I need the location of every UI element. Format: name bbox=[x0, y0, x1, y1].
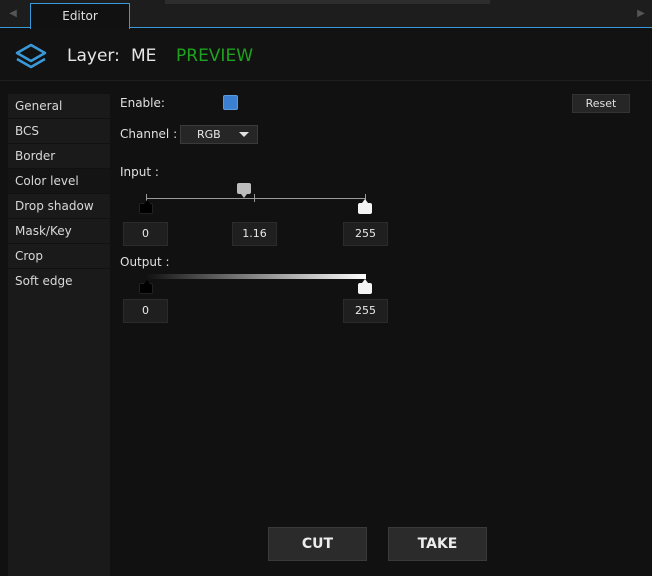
enable-label: Enable: bbox=[120, 96, 165, 110]
sidebar-item-border[interactable]: Border bbox=[8, 144, 110, 168]
input-white-handle[interactable] bbox=[358, 199, 372, 214]
tab-editor[interactable]: Editor bbox=[30, 3, 130, 29]
input-slider-track[interactable] bbox=[146, 198, 366, 199]
tab-scrollbar[interactable] bbox=[165, 0, 490, 4]
sidebar-item-mask-key[interactable]: Mask/Key bbox=[8, 219, 110, 243]
preview-label: PREVIEW bbox=[176, 46, 253, 66]
sidebar-item-bcs[interactable]: BCS bbox=[8, 119, 110, 143]
input-black-field[interactable]: 0 bbox=[123, 222, 168, 246]
layer-label: Layer: bbox=[67, 46, 120, 66]
sidebar-item-color-level[interactable]: Color level bbox=[8, 169, 110, 193]
chevron-left-icon[interactable]: ◀ bbox=[6, 0, 20, 28]
output-white-handle[interactable] bbox=[358, 279, 372, 294]
sidebar-item-general[interactable]: General bbox=[8, 94, 110, 118]
sidebar-background bbox=[8, 293, 110, 576]
chevron-down-icon bbox=[239, 132, 249, 137]
input-white-field[interactable]: 255 bbox=[343, 222, 388, 246]
input-black-handle[interactable] bbox=[139, 200, 153, 214]
reset-button[interactable]: Reset bbox=[572, 94, 630, 113]
channel-label: Channel : bbox=[120, 127, 178, 141]
sidebar-item-drop-shadow[interactable]: Drop shadow bbox=[8, 194, 110, 218]
sidebar-item-soft-edge[interactable]: Soft edge bbox=[8, 269, 110, 293]
layers-icon bbox=[15, 43, 47, 71]
chevron-right-icon[interactable]: ▶ bbox=[634, 0, 648, 28]
take-button[interactable]: TAKE bbox=[388, 527, 487, 561]
output-gradient-bar[interactable] bbox=[146, 274, 366, 279]
input-gamma-field[interactable]: 1.16 bbox=[232, 222, 277, 246]
input-tick-mid bbox=[254, 194, 255, 202]
channel-select-value: RGB bbox=[197, 128, 221, 141]
channel-select[interactable]: RGB bbox=[180, 125, 258, 144]
output-label: Output : bbox=[120, 255, 170, 269]
sidebar-item-crop[interactable]: Crop bbox=[8, 244, 110, 268]
input-gamma-handle[interactable] bbox=[237, 183, 251, 198]
output-black-handle[interactable] bbox=[139, 280, 153, 294]
layer-name: ME bbox=[131, 46, 157, 66]
cut-button[interactable]: CUT bbox=[268, 527, 367, 561]
input-label: Input : bbox=[120, 165, 159, 179]
output-black-field[interactable]: 0 bbox=[123, 299, 168, 323]
output-white-field[interactable]: 255 bbox=[343, 299, 388, 323]
enable-checkbox[interactable] bbox=[223, 95, 238, 110]
